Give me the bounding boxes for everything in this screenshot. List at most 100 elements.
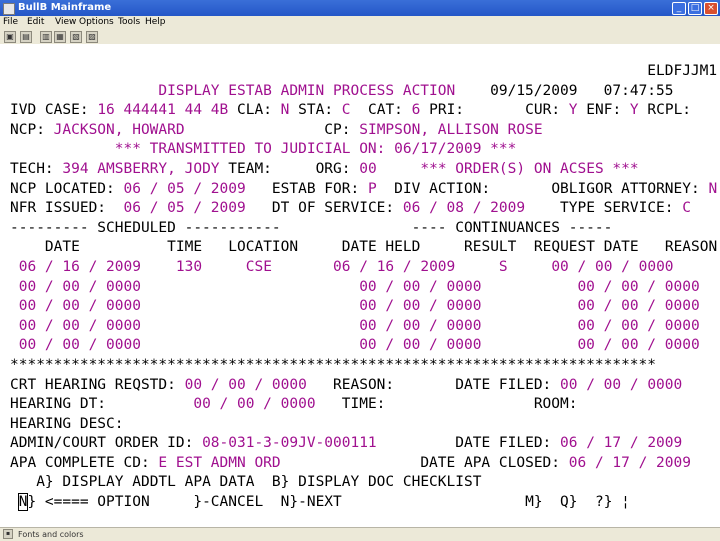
print-icon[interactable]: ▥ (40, 31, 52, 43)
minimize-button[interactable]: _ (672, 2, 686, 15)
ncp-label: NCP: (10, 121, 45, 138)
table-row[interactable]: 00 / 00 / 0000 00 / 00 / 0000 00 / 00 / … (10, 279, 700, 295)
next-key[interactable]: N}-NEXT (281, 494, 342, 510)
type-service-value[interactable]: C (682, 200, 691, 216)
status-icon: ▪ (3, 529, 13, 539)
row-date-held[interactable]: 00 / 00 / 0000 (359, 318, 481, 334)
crt-hearing-value[interactable]: 00 / 00 / 0000 (185, 377, 307, 393)
option-a[interactable]: A} DISPLAY ADDTL APA DATA (36, 474, 254, 490)
estab-for-label: ESTAB FOR: (271, 180, 360, 197)
obligor-attorney-value[interactable]: N (708, 181, 717, 197)
menu-tools[interactable]: Tools (118, 16, 140, 29)
crt-date-filed-value[interactable]: 00 / 00 / 0000 (560, 377, 682, 393)
ncp-value[interactable]: JACKSON, HOWARD (54, 122, 185, 138)
maximize-button[interactable]: □ (688, 2, 702, 15)
terminal-screen[interactable]: ELDFJJM1 DISPLAY ESTAB ADMIN PROCESS ACT… (0, 44, 720, 524)
dt-service-value[interactable]: 06 / 08 / 2009 (403, 200, 525, 216)
enf-value[interactable]: Y (630, 102, 639, 118)
row-request-date[interactable]: 00 / 00 / 0000 (577, 337, 699, 353)
team-label: TEAM: (228, 160, 272, 177)
row-date[interactable]: 00 / 00 / 0000 (19, 279, 141, 295)
type-service-label: TYPE SERVICE: (560, 200, 674, 217)
table-row[interactable]: 00 / 00 / 0000 00 / 00 / 0000 00 / 00 / … (10, 318, 700, 334)
cat-value[interactable]: 6 (412, 102, 421, 118)
cancel-key[interactable]: }-CANCEL (193, 494, 263, 510)
copy-icon[interactable]: ▦ (54, 31, 66, 43)
pri-label: PRI: (429, 102, 465, 119)
tech-label: TECH: (10, 160, 54, 177)
col-request-date: REQUEST DATE (533, 239, 639, 256)
tech-value[interactable]: 394 AMSBERRY, JODY (62, 161, 219, 177)
ivd-case-value[interactable]: 16 444441 44 4B (97, 102, 228, 118)
orders-message: *** ORDER(S) ON ACSES *** (420, 160, 639, 177)
settings-icon[interactable]: ▨ (86, 31, 98, 43)
cla-value[interactable]: N (281, 102, 290, 118)
close-button[interactable]: × (704, 2, 718, 15)
ncp-located-label: NCP LOCATED: (10, 180, 115, 197)
row-date[interactable]: 00 / 00 / 0000 (19, 318, 141, 334)
obligor-attorney-label: OBLIGOR ATTORNEY: (551, 180, 700, 197)
window-title-bar: BullB Mainframe _ □ × (0, 0, 720, 16)
hearing-dt-label: HEARING DT: (10, 396, 107, 413)
screen-title: DISPLAY ESTAB ADMIN PROCESS ACTION (158, 82, 456, 99)
option-b[interactable]: B} DISPLAY DOC CHECKLIST (272, 474, 482, 490)
row-request-date[interactable]: 00 / 00 / 0000 (577, 298, 699, 314)
row-date[interactable]: 00 / 00 / 0000 (19, 337, 141, 353)
cla-label: CLA: (237, 102, 272, 119)
ncp-located-value[interactable]: 06 / 05 / 2009 (124, 181, 246, 197)
row-date[interactable]: 00 / 00 / 0000 (19, 298, 141, 314)
col-location: LOCATION (228, 239, 299, 256)
menu-help[interactable]: Help (145, 16, 166, 29)
table-row[interactable]: 00 / 00 / 0000 00 / 00 / 0000 00 / 00 / … (10, 298, 700, 314)
menu-file[interactable]: File (3, 16, 18, 29)
toolbar: ▣ ▤ ▥ ▦ ▧ ▨ (0, 29, 720, 45)
col-reason: REASON (664, 239, 718, 256)
row-location[interactable]: CSE (246, 259, 272, 275)
row-time[interactable]: 130 (176, 259, 202, 275)
row-result[interactable]: S (499, 259, 508, 275)
connect-icon[interactable]: ▣ (4, 31, 16, 43)
row-date-held[interactable]: 00 / 00 / 0000 (359, 279, 481, 295)
row-request-date[interactable]: 00 / 00 / 0000 (551, 259, 673, 275)
sta-value[interactable]: C (342, 102, 351, 118)
crt-date-filed-label: DATE FILED: (455, 376, 552, 393)
table-row[interactable]: 00 / 00 / 0000 00 / 00 / 0000 00 / 00 / … (10, 337, 700, 353)
transmitted-date: 06/17/2009 (394, 141, 482, 158)
hearing-dt-value[interactable]: 00 / 00 / 0000 (193, 396, 315, 412)
q-key[interactable]: Q} (560, 494, 577, 510)
m-key[interactable]: M} (525, 494, 542, 510)
apa-complete-value[interactable]: E EST ADMN ORD (158, 455, 280, 471)
row-date-held[interactable]: 00 / 00 / 0000 (359, 298, 481, 314)
menu-edit[interactable]: Edit (27, 16, 44, 29)
apa-closed-value[interactable]: 06 / 17 / 2009 (569, 455, 691, 471)
row-date[interactable]: 06 / 16 / 2009 (19, 259, 141, 275)
row-date-held[interactable]: 00 / 00 / 0000 (359, 337, 481, 353)
cp-value[interactable]: SIMPSON, ALLISON ROSE (359, 122, 542, 138)
separator-line: ****************************************… (10, 356, 657, 373)
nfr-issued-value[interactable]: 06 / 05 / 2009 (124, 200, 246, 216)
order-date-filed-value[interactable]: 06 / 17 / 2009 (560, 435, 682, 451)
app-icon (3, 3, 15, 15)
status-bar: ▪ Fonts and colors (0, 527, 720, 541)
help-key[interactable]: ?} ¦ (595, 494, 630, 510)
org-label: ORG: (315, 160, 351, 177)
row-request-date[interactable]: 00 / 00 / 0000 (577, 279, 699, 295)
row-date-held[interactable]: 06 / 16 / 2009 (333, 259, 455, 275)
reason-label: REASON: (333, 376, 395, 393)
row-request-date[interactable]: 00 / 00 / 0000 (577, 318, 699, 334)
cur-value[interactable]: Y (569, 102, 578, 118)
order-id-label: ADMIN/COURT ORDER ID: (10, 435, 194, 452)
order-id-value[interactable]: 08-031-3-09JV-000111 (202, 435, 377, 451)
estab-for-value[interactable]: P (368, 181, 377, 197)
apa-complete-label: APA COMPLETE CD: (10, 454, 150, 471)
scheduled-header: --------- SCHEDULED ----------- (10, 219, 281, 236)
menu-options[interactable]: Options (79, 16, 114, 29)
ivd-case-label: IVD CASE: (10, 102, 89, 119)
cp-label: CP: (324, 121, 351, 138)
table-row[interactable]: 06 / 16 / 2009 130 CSE 06 / 16 / 2009 S … (10, 259, 674, 275)
menu-view[interactable]: View (55, 16, 76, 29)
org-value[interactable]: 00 (359, 161, 376, 177)
option-prompt: } <==== OPTION (27, 494, 150, 511)
paste-icon[interactable]: ▧ (70, 31, 82, 43)
disconnect-icon[interactable]: ▤ (20, 31, 32, 43)
